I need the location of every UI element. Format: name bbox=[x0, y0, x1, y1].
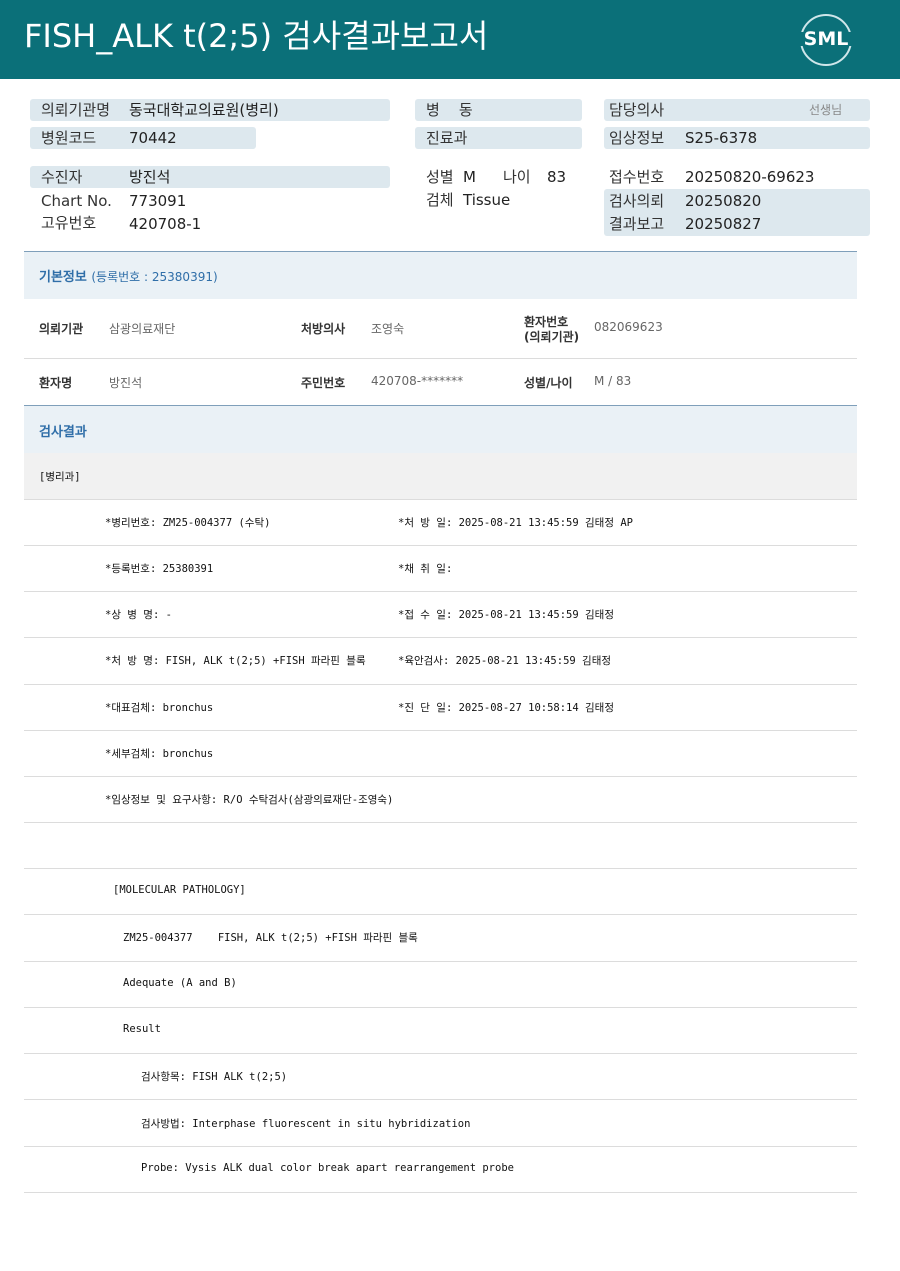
report-value: 20250827 bbox=[685, 215, 762, 233]
request-value: 20250820 bbox=[685, 192, 762, 210]
age-value: 83 bbox=[547, 168, 567, 186]
result-line-4-left: *처 방 명: FISH, ALK t(2;5) +FISH 파라핀 블록 bbox=[105, 655, 366, 667]
prescriber-value: 조영숙 bbox=[371, 322, 405, 336]
basic-info-title: 기본정보 bbox=[39, 270, 87, 285]
receipt-label: 접수번호 bbox=[609, 168, 665, 186]
specimen-label: 검체 bbox=[426, 191, 454, 209]
molecular-line-6: Probe: Vysis ALK dual color break apart … bbox=[141, 1162, 514, 1174]
results-header: 검사결과 bbox=[24, 405, 857, 453]
molecular-line-5: 검사방법: Interphase fluorescent in situ hyb… bbox=[141, 1118, 471, 1130]
result-line-6-left: *세부검체: bronchus bbox=[105, 748, 214, 760]
patient-name-label: 환자명 bbox=[39, 376, 73, 390]
patient-value: 방진석 bbox=[129, 168, 171, 186]
hospital-code-label: 병원코드 bbox=[41, 129, 97, 147]
logo-text: SML bbox=[803, 28, 849, 50]
institution-value: 동국대학교의료원(병리) bbox=[129, 101, 279, 119]
specimen-value: Tissue bbox=[463, 191, 511, 209]
molecular-line-2: Adequate (A and B) bbox=[123, 977, 237, 989]
patient-label: 수진자 bbox=[41, 168, 83, 186]
chart-value: 773091 bbox=[129, 192, 187, 210]
patient-number-sublabel: (의뢰기관) bbox=[524, 330, 580, 344]
report-header: FISH_ALK t(2;5) 검사결과보고서 SML bbox=[0, 0, 900, 79]
sml-logo: SML bbox=[798, 12, 854, 68]
clinical-value: S25-6378 bbox=[685, 129, 758, 147]
doctor-label: 담당의사 bbox=[609, 101, 665, 119]
report-label: 결과보고 bbox=[609, 215, 665, 233]
molecular-line-3: Result bbox=[123, 1023, 161, 1035]
receipt-value: 20250820-69623 bbox=[685, 168, 815, 186]
report-title: FISH_ALK t(2;5) 검사결과보고서 bbox=[24, 17, 489, 55]
institution-label: 의뢰기관명 bbox=[41, 101, 111, 119]
institution-cell-label: 의뢰기관 bbox=[39, 322, 84, 336]
basic-info-header: 기본정보 (등록번호 : 25380391) bbox=[24, 251, 857, 299]
registration-number: (등록번호 : 25380391) bbox=[91, 270, 218, 284]
basic-row-1: 의뢰기관 삼광의료재단 처방의사 조영숙 환자번호 (의뢰기관) 0820696… bbox=[24, 299, 857, 359]
result-line-3-right: *접 수 일: 2025-08-21 13:45:59 김태정 bbox=[398, 609, 614, 621]
result-line-5-right: *진 단 일: 2025-08-27 10:58:14 김태정 bbox=[398, 702, 614, 714]
patient-number-value: 082069623 bbox=[594, 320, 663, 334]
sex-age-label: 성별/나이 bbox=[524, 376, 573, 390]
result-line-3-left: *상 병 명: - bbox=[105, 609, 172, 621]
result-line-7-left: *임상정보 및 요구사항: R/O 수탁검사(삼광의료재단-조영숙) bbox=[105, 794, 394, 806]
basic-row-2: 환자명 방진석 주민번호 420708-******* 성별/나이 M / 83 bbox=[24, 359, 857, 405]
sex-age-value: M / 83 bbox=[594, 374, 632, 388]
unique-label: 고유번호 bbox=[41, 214, 97, 232]
age-label: 나이 bbox=[503, 168, 531, 186]
result-line-2-left: *등록번호: 25380391 bbox=[105, 563, 214, 575]
patient-bar bbox=[30, 166, 390, 188]
doctor-suffix: 선생님 bbox=[809, 103, 843, 117]
result-line-4-right: *육안검사: 2025-08-21 13:45:59 김태정 bbox=[398, 655, 612, 667]
prescriber-label: 처방의사 bbox=[301, 322, 346, 336]
resident-number-value: 420708-******* bbox=[371, 374, 464, 388]
sex-label: 성별 bbox=[426, 168, 454, 186]
dept-text: [병리과] bbox=[39, 471, 81, 483]
institution-cell-value: 삼광의료재단 bbox=[109, 322, 176, 336]
clinical-label: 임상정보 bbox=[609, 129, 665, 147]
ward-label: 병 동 bbox=[426, 101, 473, 119]
molecular-line-4: 검사항목: FISH ALK t(2;5) bbox=[141, 1071, 288, 1083]
dept-row: [병리과] bbox=[24, 453, 857, 500]
resident-number-label: 주민번호 bbox=[301, 376, 346, 390]
chart-label: Chart No. bbox=[41, 192, 112, 210]
result-line-1-left: *병리번호: ZM25-004377 (수탁) bbox=[105, 517, 271, 529]
result-line-2-right: *채 취 일: bbox=[398, 563, 453, 575]
molecular-heading: [MOLECULAR PATHOLOGY] bbox=[113, 884, 246, 896]
hospital-code-value: 70442 bbox=[129, 129, 177, 147]
results-title: 검사결과 bbox=[39, 425, 87, 440]
dept-label: 진료과 bbox=[426, 129, 468, 147]
sex-value: M bbox=[463, 168, 476, 186]
result-line-1-right: *처 방 일: 2025-08-21 13:45:59 김태정 AP bbox=[398, 517, 633, 529]
unique-value: 420708-1 bbox=[129, 215, 202, 233]
patient-name-value: 방진석 bbox=[109, 376, 143, 390]
molecular-line-1: ZM25-004377 FISH, ALK t(2;5) +FISH 파라핀 블… bbox=[123, 932, 418, 944]
result-line-5-left: *대표검체: bronchus bbox=[105, 702, 214, 714]
request-label: 검사의뢰 bbox=[609, 192, 665, 210]
